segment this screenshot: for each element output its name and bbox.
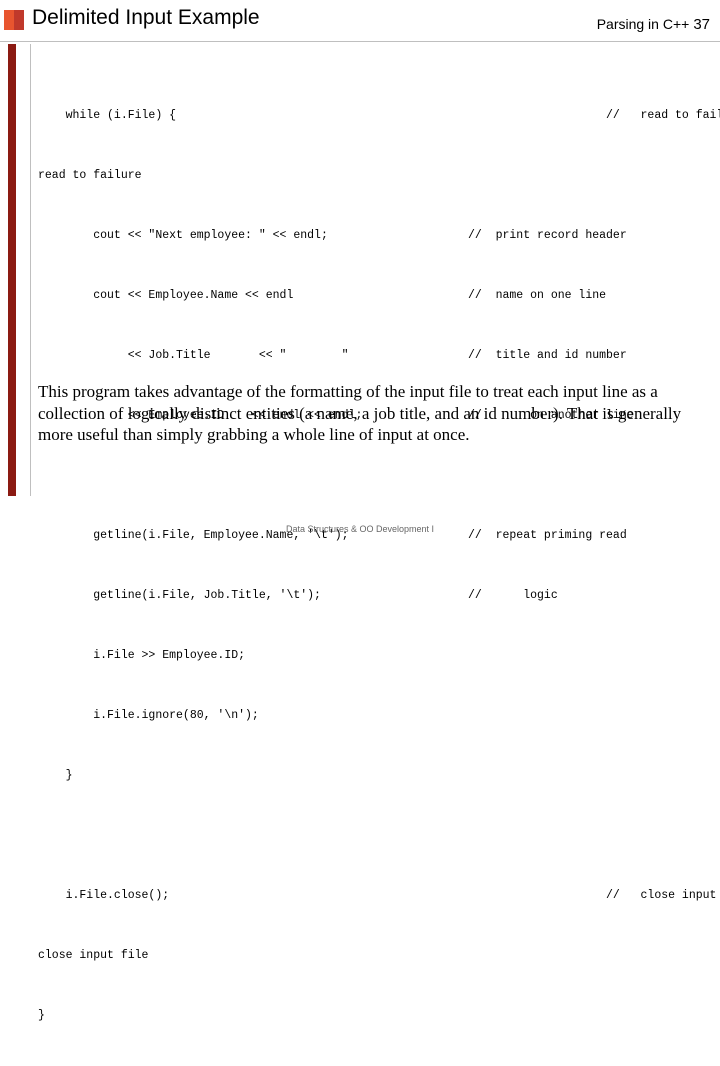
code-line: i.File.ignore(80, '\n'); (38, 706, 702, 726)
code-line: getline(i.File, Job.Title, '\t'); // logi… (38, 586, 702, 606)
code-line-comment: // print record header (468, 229, 627, 242)
code-line-text: while (i.File) { (38, 109, 177, 122)
code-line-comment: // title and id number (468, 349, 627, 362)
code-line-text: i.File >> Employee.ID; (38, 649, 246, 662)
page-title: Delimited Input Example (32, 6, 260, 29)
header-divider (0, 41, 720, 42)
code-line-text: } (38, 769, 73, 782)
slide: Delimited Input Example Parsing in C++ 37… (0, 0, 720, 1022)
code-line: while (i.File) { // read to failure (38, 106, 720, 126)
code-line-text: cout << Employee.Name << endl (38, 289, 294, 302)
code-line-comment: // close input file (606, 889, 717, 902)
code-line-text: getline(i.File, Job.Title, '\t'); (38, 589, 321, 602)
header-subtitle-text: Parsing in C++ (596, 16, 690, 32)
code-line-text: read to failure (38, 169, 142, 182)
code-line: i.File >> Employee.ID; (38, 646, 702, 666)
body-paragraph: This program takes advantage of the form… (38, 382, 682, 444)
left-accent-bar (8, 44, 16, 496)
code-line-text: } (38, 1009, 45, 1022)
code-line-text: << Job.Title << " " (38, 349, 349, 362)
code-line-text: i.File.ignore(80, '\n'); (38, 709, 259, 722)
slide-header: Delimited Input Example Parsing in C++ 37 (0, 0, 720, 42)
code-line-text: i.File.close(); (38, 889, 170, 902)
code-line: read to failure (38, 166, 702, 186)
left-divider-line (30, 44, 31, 496)
code-line: << Job.Title << " " // title and id numbe… (38, 346, 702, 366)
header-logo-square-accent-icon (4, 10, 14, 30)
code-block: while (i.File) { // read to failure read… (38, 66, 720, 1022)
code-line: cout << "Next employee: " << endl; // pri… (38, 226, 702, 246)
code-line: i.File.close(); // close input file (38, 886, 717, 906)
code-line: cout << Employee.Name << endl // name on … (38, 286, 702, 306)
slide-footer: Data Structures & OO Development I (285, 524, 435, 534)
code-line: } (38, 766, 702, 786)
code-line-comment: // name on one line (468, 289, 607, 302)
code-line-text: close input file (38, 949, 149, 962)
page-number: 37 (693, 16, 710, 33)
header-subtitle: Parsing in C++ 37 (597, 16, 710, 33)
code-line: close input file (38, 946, 702, 966)
code-line-text: cout << "Next employee: " << endl; (38, 229, 328, 242)
code-line: } (38, 1006, 702, 1026)
code-line-comment: // logic (468, 589, 558, 602)
code-line-comment: // read to failure (468, 109, 720, 122)
